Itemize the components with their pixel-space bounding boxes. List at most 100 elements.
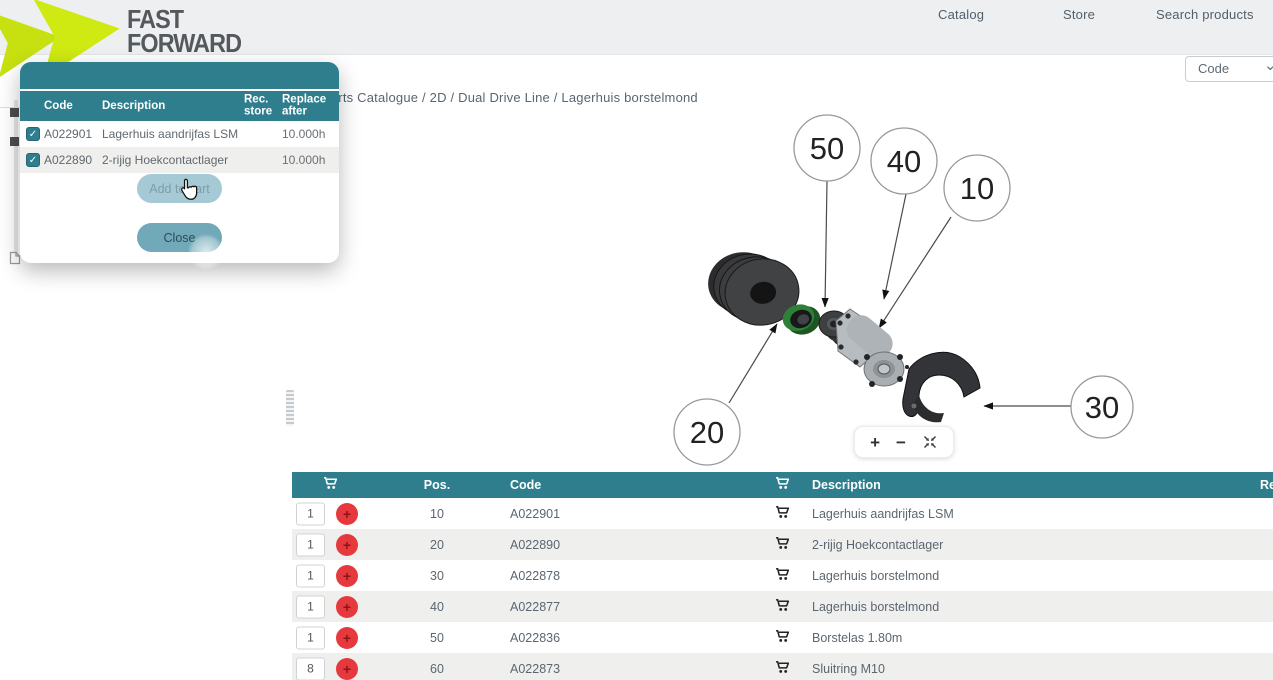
- add-to-cart-plus-button[interactable]: +: [336, 627, 358, 649]
- add-to-cart-plus-button[interactable]: +: [336, 658, 358, 680]
- table-row: + 60 A022873 Sluitring M10: [292, 653, 1273, 680]
- description-value: Lagerhuis borstelmond: [812, 569, 939, 583]
- pos-value: 10: [397, 507, 477, 521]
- add-to-cart-plus-button[interactable]: +: [336, 534, 358, 556]
- code-value: A022890: [510, 538, 560, 552]
- description-value: Borstelas 1.80m: [812, 631, 902, 645]
- cart-icon[interactable]: [774, 597, 791, 617]
- modal-row: ✓ A022890 2-rijig Hoekcontactlager 10.00…: [20, 147, 339, 173]
- nav-catalog[interactable]: Catalog: [938, 7, 984, 22]
- table-row: + 20 A022890 2-rijig Hoekcontactlager: [292, 529, 1273, 560]
- zoom-fit-icon[interactable]: [922, 434, 938, 450]
- cart-icon[interactable]: [774, 535, 791, 555]
- exploded-view-drawing: 50 40 10 20 30: [292, 107, 1273, 466]
- callout-10[interactable]: 10: [944, 155, 1010, 221]
- modal-table-header: Code Description Rec. store Replace afte…: [20, 91, 339, 121]
- add-to-cart-plus-button[interactable]: +: [336, 503, 358, 525]
- search-type-select[interactable]: Code ⌄: [1185, 56, 1273, 82]
- modal-col-description: Description: [102, 100, 165, 112]
- nav-search-products[interactable]: Search products: [1156, 7, 1254, 22]
- cart-icon[interactable]: [774, 566, 791, 586]
- pos-value: 20: [397, 538, 477, 552]
- brand-line2: FORWARD: [127, 31, 241, 55]
- part-clamp: [903, 352, 980, 422]
- tree-node-icon[interactable]: [10, 108, 19, 117]
- cart-icon: [774, 475, 791, 495]
- parts-catalogue-app: Catalog Store Search products FAST FORWA…: [0, 0, 1273, 680]
- code-value: A022878: [510, 569, 560, 583]
- checkbox-checked[interactable]: ✓: [26, 127, 40, 141]
- breadcrumb[interactable]: Parts Catalogue / 2D / Dual Drive Line /…: [322, 90, 698, 105]
- svg-text:20: 20: [690, 415, 724, 450]
- description-value: Lagerhuis aandrijfas LSM: [812, 507, 954, 521]
- quantity-input[interactable]: [296, 626, 325, 649]
- table-row: + 30 A022878 Lagerhuis borstelmond: [292, 560, 1273, 591]
- callout-50[interactable]: 50: [794, 115, 860, 181]
- recommended-parts-modal: Code Description Rec. store Replace afte…: [20, 62, 339, 263]
- quantity-input[interactable]: [296, 564, 325, 587]
- description-value: Lagerhuis borstelmond: [812, 600, 939, 614]
- description-value: Sluitring M10: [812, 662, 885, 676]
- quantity-input[interactable]: [296, 502, 325, 525]
- description-value: 2-rijig Hoekcontactlager: [812, 538, 943, 552]
- panel-resize-handle[interactable]: [286, 390, 294, 426]
- col-header-pos: Pos.: [397, 478, 477, 492]
- modal-titlebar: [20, 62, 339, 89]
- modal-replace-value: 10.000h: [282, 127, 325, 141]
- part-housing: [836, 309, 910, 392]
- brand-wordmark: FAST FORWARD: [127, 7, 241, 55]
- table-row: + 40 A022877 Lagerhuis borstelmond: [292, 591, 1273, 622]
- modal-description-value: 2-rijig Hoekcontactlager: [102, 153, 228, 167]
- add-to-cart-plus-button[interactable]: +: [336, 596, 358, 618]
- zoom-in-button[interactable]: +: [870, 434, 880, 451]
- col-header-replace: Replace after: [1260, 478, 1273, 492]
- cart-icon[interactable]: [774, 659, 791, 679]
- add-to-cart-plus-button[interactable]: +: [336, 565, 358, 587]
- callout-40[interactable]: 40: [871, 128, 937, 194]
- modal-description-value: Lagerhuis aandrijfas LSM: [102, 127, 238, 141]
- modal-row: ✓ A022901 Lagerhuis aandrijfas LSM 10.00…: [20, 121, 339, 147]
- svg-text:30: 30: [1085, 390, 1119, 425]
- quantity-input[interactable]: [296, 595, 325, 618]
- callout-30[interactable]: 30: [1071, 376, 1133, 438]
- svg-text:40: 40: [887, 144, 921, 179]
- close-button[interactable]: Close: [137, 223, 222, 252]
- pos-value: 50: [397, 631, 477, 645]
- svg-text:10: 10: [960, 171, 994, 206]
- modal-replace-value: 10.000h: [282, 153, 325, 167]
- cart-icon[interactable]: [774, 628, 791, 648]
- parts-table: Pos. Code Description Replace after + 10…: [292, 472, 1273, 680]
- pos-value: 60: [397, 662, 477, 676]
- table-row: + 50 A022836 Borstelas 1.80m: [292, 622, 1273, 653]
- callout-20[interactable]: 20: [674, 399, 740, 465]
- quantity-input[interactable]: [296, 533, 325, 556]
- col-header-code: Code: [510, 478, 541, 492]
- zoom-out-button[interactable]: −: [896, 434, 906, 451]
- code-value: A022901: [510, 507, 560, 521]
- code-value: A022873: [510, 662, 560, 676]
- modal-code-value: A022901: [44, 127, 92, 141]
- modal-col-rec-store: Rec. store: [244, 94, 272, 119]
- exploded-view-panel: 50 40 10 20 30: [292, 107, 1273, 466]
- parts-table-header: Pos. Code Description Replace after: [292, 472, 1273, 498]
- code-value: A022836: [510, 631, 560, 645]
- table-row: + 10 A022901 Lagerhuis aandrijfas LSM: [292, 498, 1273, 529]
- checkbox-checked[interactable]: ✓: [26, 153, 40, 167]
- pos-value: 30: [397, 569, 477, 583]
- quantity-input[interactable]: [296, 657, 325, 680]
- pos-value: 40: [397, 600, 477, 614]
- modal-code-value: A022890: [44, 153, 92, 167]
- search-type-value: Code: [1198, 61, 1229, 76]
- diagram-zoom-toolbar: + −: [854, 426, 954, 458]
- tree-scrollbar[interactable]: [14, 100, 18, 258]
- modal-col-replace-after: Replace after: [282, 94, 326, 119]
- chevron-down-icon: ⌄: [1264, 54, 1273, 78]
- modal-col-code: Code: [44, 100, 73, 112]
- add-to-cart-button[interactable]: Add to cart: [137, 174, 222, 203]
- col-header-description: Description: [812, 478, 881, 492]
- svg-text:50: 50: [810, 131, 844, 166]
- nav-store[interactable]: Store: [1063, 7, 1095, 22]
- cart-icon[interactable]: [774, 504, 791, 524]
- tree-node-icon[interactable]: [10, 137, 19, 146]
- cart-icon: [322, 475, 339, 495]
